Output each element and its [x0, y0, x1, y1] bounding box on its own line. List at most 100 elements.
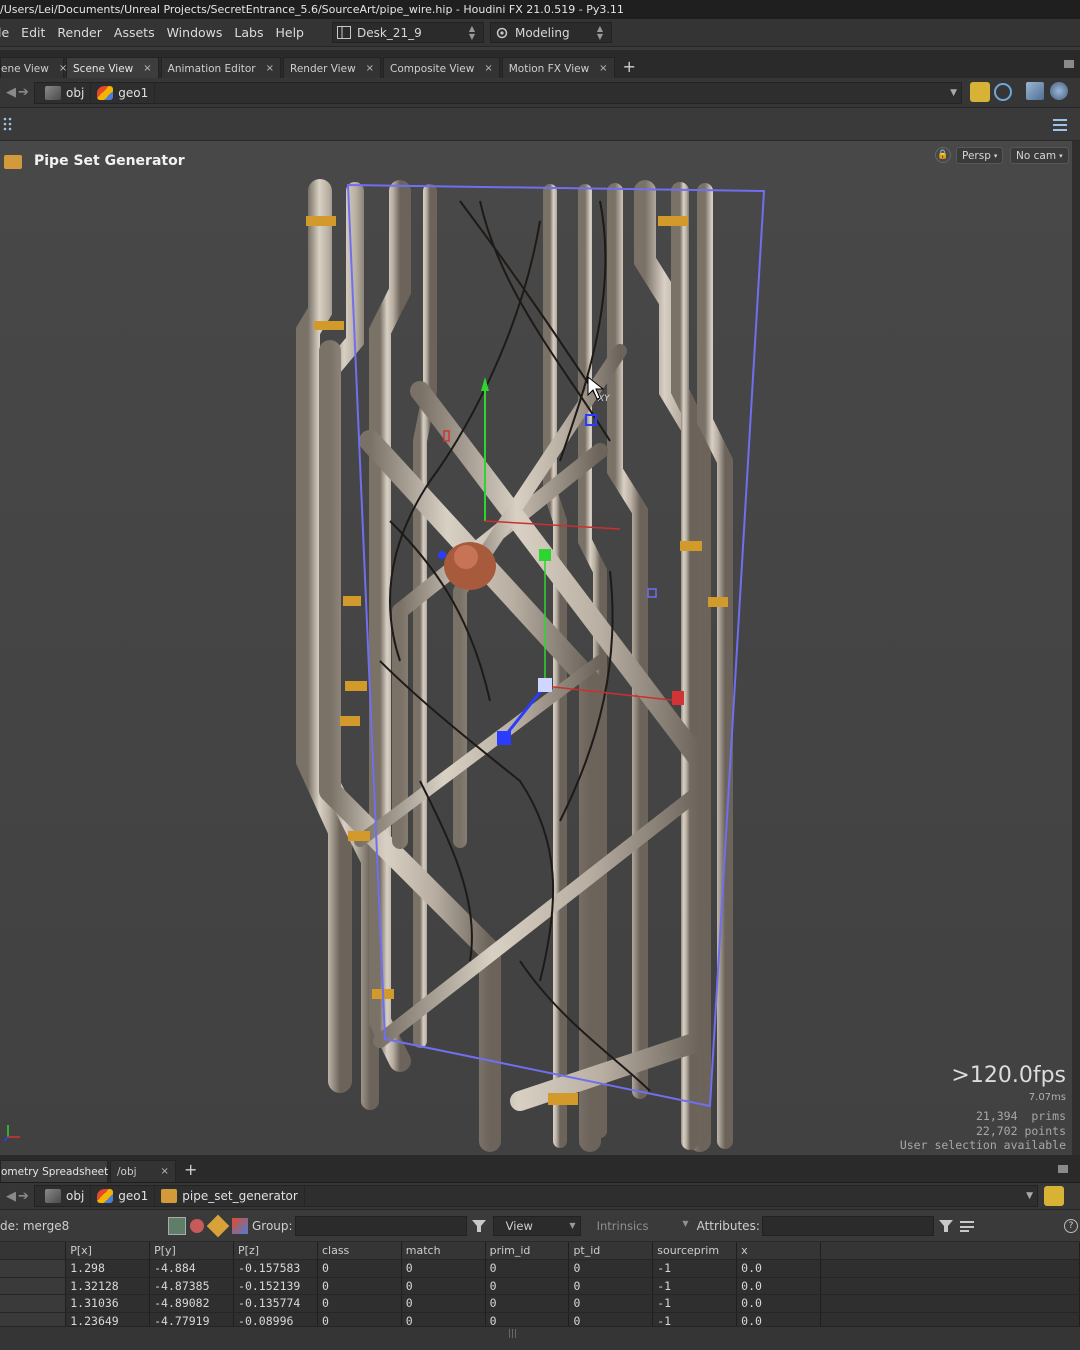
attributes-field[interactable]: [761, 1215, 934, 1236]
menu-assets[interactable]: Assets: [114, 25, 155, 40]
table-cell[interactable]: 1.31036: [65, 1294, 151, 1313]
column-header-pz[interactable]: P[z]: [233, 1242, 318, 1260]
display-options-icon[interactable]: [1050, 82, 1068, 100]
pin-icon[interactable]: [970, 82, 990, 102]
table-cell[interactable]: 0: [568, 1294, 654, 1313]
table-cell[interactable]: 0: [568, 1259, 654, 1278]
path-crumb-pipe-set-generator[interactable]: pipe_set_generator: [155, 1186, 305, 1206]
menu-labs[interactable]: Labs: [234, 25, 263, 40]
table-cell[interactable]: 0: [317, 1294, 402, 1313]
table-cell[interactable]: 0: [485, 1277, 570, 1295]
add-tab-icon[interactable]: +: [623, 57, 636, 76]
column-options-icon[interactable]: [959, 1219, 974, 1233]
tab-composite-view[interactable]: Composite View ×: [383, 57, 500, 79]
resize-grip-icon[interactable]: |||: [508, 1329, 517, 1339]
close-icon[interactable]: ×: [161, 1166, 169, 1177]
column-header-class[interactable]: class: [317, 1242, 402, 1260]
close-icon[interactable]: ×: [599, 63, 607, 74]
pipe-geometry-render[interactable]: XY: [0, 141, 1072, 1155]
back-arrow-icon[interactable]: ◀: [6, 85, 16, 100]
table-cell[interactable]: 0.0: [736, 1294, 821, 1313]
path-dropdown-icon[interactable]: ▼: [950, 88, 957, 98]
pin-icon[interactable]: [1044, 1186, 1064, 1206]
table-cell[interactable]: -1: [652, 1294, 738, 1313]
column-header-match[interactable]: match: [401, 1242, 486, 1260]
menu-help[interactable]: Help: [275, 25, 304, 40]
viewport-cube-icon[interactable]: [1026, 82, 1044, 100]
drag-handle-icon[interactable]: [2, 117, 14, 133]
path-crumb-obj[interactable]: obj: [39, 1186, 92, 1206]
detail-mode-icon[interactable]: [232, 1217, 248, 1234]
mode-select[interactable]: Modeling ▲ ▼: [489, 22, 612, 43]
forward-arrow-icon[interactable]: ➔: [18, 1189, 29, 1204]
table-row[interactable]: 1.32128 -4.87385 -0.152139 0 0 0 0 -1 0.0: [0, 1277, 1080, 1295]
table-row[interactable]: 1.31036 -4.89082 -0.135774 0 0 0 0 -1 0.0: [0, 1294, 1080, 1313]
filter-icon[interactable]: [471, 1218, 487, 1234]
column-header-prim-id[interactable]: prim_id: [485, 1242, 570, 1260]
desktop-select[interactable]: Desk_21_9 ▲ ▼: [331, 22, 484, 43]
tab-animation-editor[interactable]: Animation Editor ×: [160, 57, 282, 79]
table-cell[interactable]: -4.89082: [149, 1294, 235, 1313]
pane-menu-icon[interactable]: [1058, 1165, 1068, 1173]
column-header-px[interactable]: P[x]: [65, 1242, 151, 1260]
table-cell[interactable]: -0.135774: [233, 1294, 318, 1313]
vertices-mode-icon[interactable]: [190, 1218, 204, 1233]
table-cell[interactable]: -0.152139: [233, 1277, 318, 1295]
intrinsics-dropdown[interactable]: Intrinsics ▼: [597, 1219, 689, 1233]
path-crumb-geo1[interactable]: geo1: [91, 1186, 156, 1206]
add-tab-icon[interactable]: +: [184, 1160, 197, 1179]
column-header-sourceprim[interactable]: sourceprim: [652, 1242, 738, 1260]
lock-camera-icon[interactable]: 🔒: [935, 147, 951, 163]
tab-motion-fx-view[interactable]: Motion FX View ×: [501, 57, 615, 79]
points-mode-icon[interactable]: [168, 1216, 186, 1235]
table-cell[interactable]: 0: [401, 1294, 486, 1313]
column-header-index[interactable]: [0, 1242, 67, 1260]
table-cell[interactable]: -4.87385: [149, 1277, 235, 1295]
table-cell[interactable]: 0: [401, 1277, 486, 1295]
close-icon[interactable]: ×: [484, 63, 492, 74]
menu-edit[interactable]: Edit: [21, 25, 45, 40]
table-cell[interactable]: 0: [568, 1277, 654, 1295]
table-cell[interactable]: 0: [485, 1294, 570, 1313]
column-header-pt-id[interactable]: pt_id: [568, 1242, 654, 1260]
close-icon[interactable]: ×: [143, 63, 151, 74]
table-cell[interactable]: 0.0: [736, 1277, 821, 1295]
table-cell[interactable]: 1.32128: [65, 1277, 151, 1295]
tab-render-view[interactable]: Render View ×: [283, 57, 382, 79]
table-row[interactable]: 1.298 -4.884 -0.157583 0 0 0 0 -1 0.0: [0, 1259, 1080, 1278]
forward-arrow-icon[interactable]: ➔: [18, 85, 29, 100]
scene-viewport[interactable]: XY Pipe Set Generator 🔒 Persp ▾ No cam ▾ >…: [0, 141, 1072, 1155]
close-icon[interactable]: ×: [266, 63, 274, 74]
view-dropdown[interactable]: View ▼: [492, 1215, 581, 1236]
camera-no-cam-menu[interactable]: No cam ▾: [1010, 147, 1069, 164]
menu-render[interactable]: Render: [57, 25, 102, 40]
camera-persp-menu[interactable]: Persp ▾: [956, 147, 1004, 164]
tool-options-icon[interactable]: [1052, 117, 1068, 133]
spreadsheet-path-field[interactable]: obj geo1 pipe_set_generator ▼: [34, 1185, 1038, 1207]
row-index-cell[interactable]: [0, 1259, 67, 1278]
help-icon[interactable]: ?: [1064, 1218, 1078, 1233]
filter-icon[interactable]: [938, 1218, 954, 1234]
table-cell[interactable]: 1.298: [65, 1259, 151, 1278]
table-cell[interactable]: -1: [652, 1277, 738, 1295]
tab-geometry-spreadsheet[interactable]: ometry Spreadsheet×: [0, 1160, 127, 1182]
path-dropdown-icon[interactable]: ▼: [1026, 1191, 1033, 1201]
table-cell[interactable]: -4.884: [149, 1259, 235, 1278]
path-crumb-obj[interactable]: obj: [39, 83, 92, 103]
menu-file[interactable]: le: [0, 25, 9, 40]
table-cell[interactable]: 0: [317, 1277, 402, 1295]
table-cell[interactable]: -0.157583: [233, 1259, 318, 1278]
row-index-cell[interactable]: [0, 1277, 67, 1295]
table-cell[interactable]: 0.0: [736, 1259, 821, 1278]
table-cell[interactable]: 0: [485, 1259, 570, 1278]
table-cell[interactable]: -1: [652, 1259, 738, 1278]
row-index-cell[interactable]: [0, 1294, 67, 1313]
table-cell[interactable]: 0: [401, 1259, 486, 1278]
close-icon[interactable]: ×: [366, 63, 374, 74]
network-path-field[interactable]: obj geo1 ▼: [34, 82, 962, 104]
back-arrow-icon[interactable]: ◀: [6, 1189, 16, 1204]
primitives-mode-icon[interactable]: [206, 1214, 230, 1237]
menu-windows[interactable]: Windows: [167, 25, 223, 40]
path-crumb-geo1[interactable]: geo1: [91, 83, 156, 103]
table-cell[interactable]: 0: [317, 1259, 402, 1278]
